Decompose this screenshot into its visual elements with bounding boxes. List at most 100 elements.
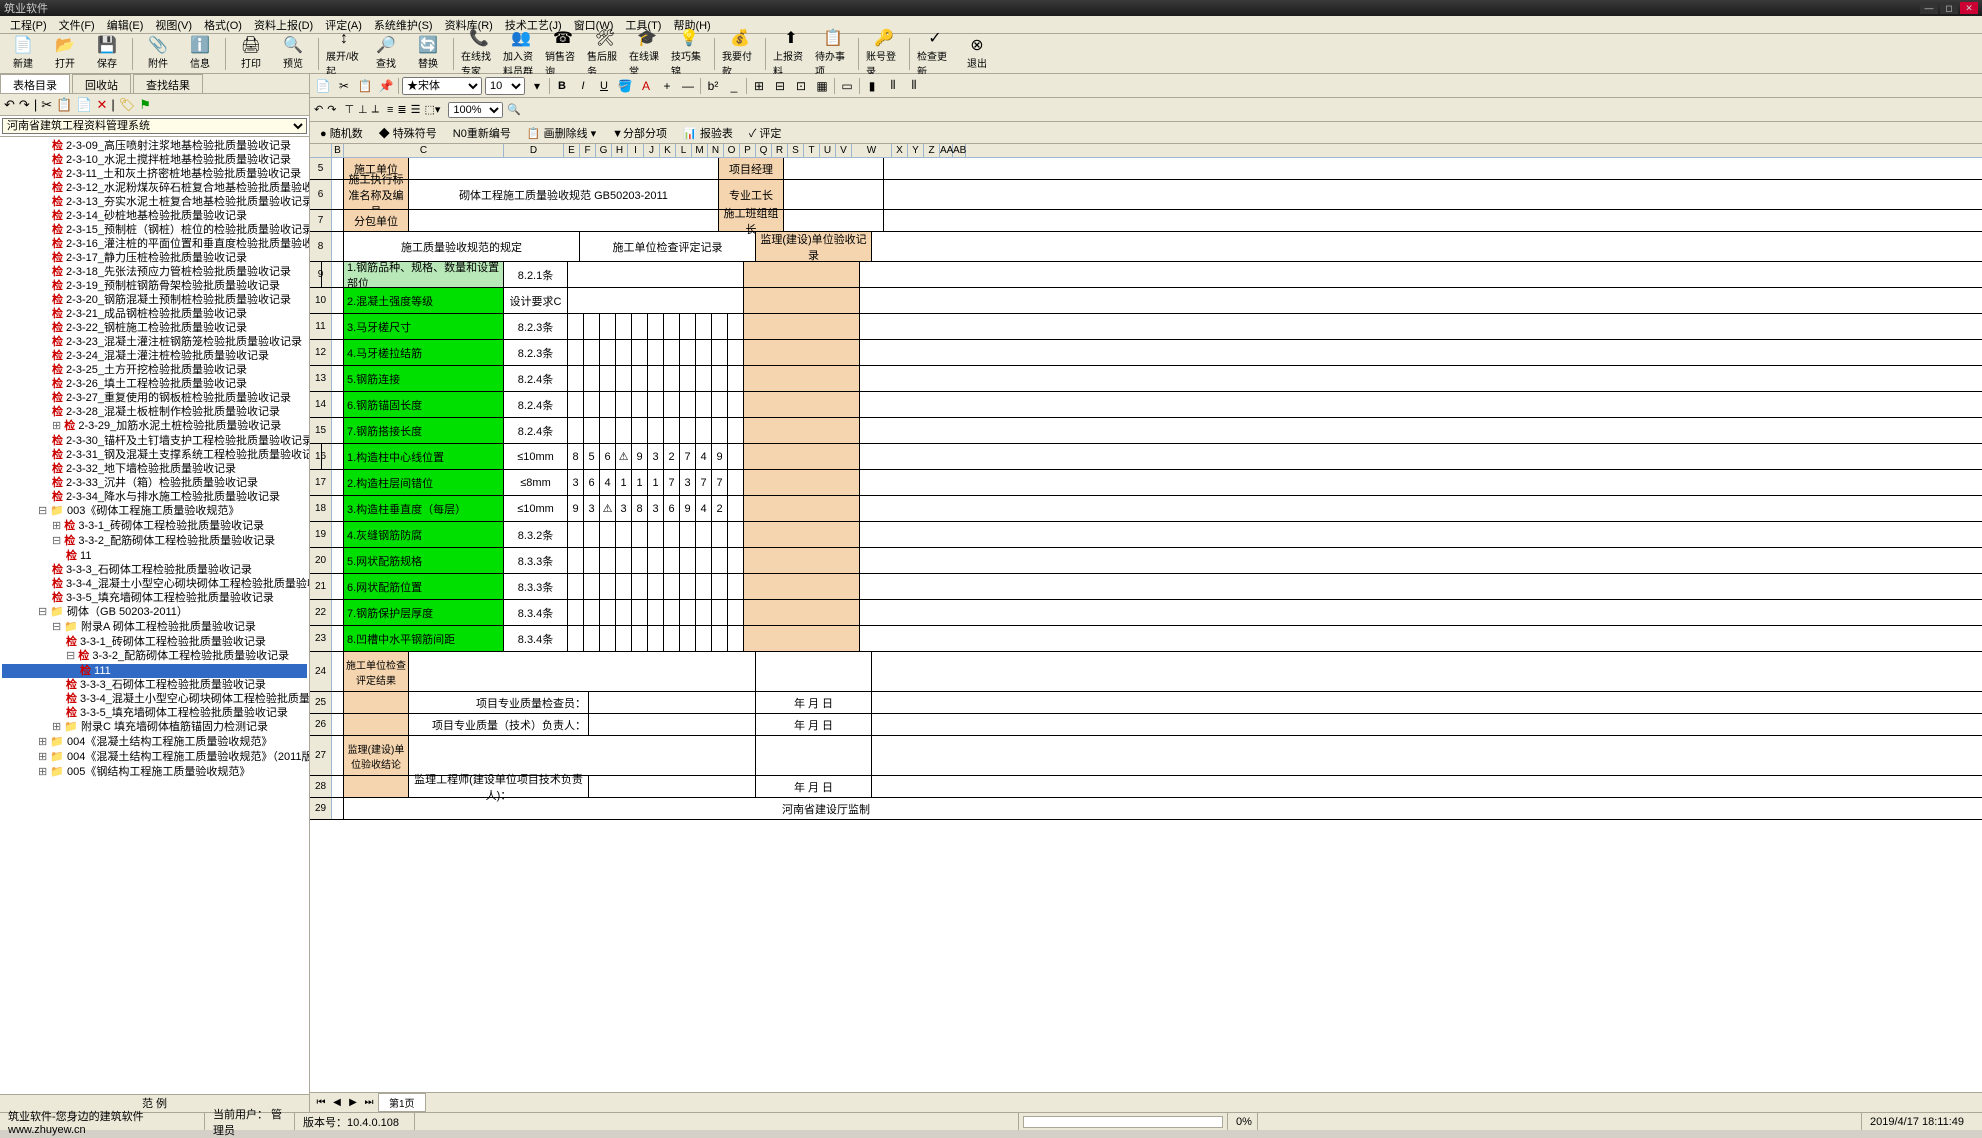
toolbar-技巧集锦[interactable]: 💡技巧集锦 bbox=[670, 36, 708, 72]
tree-item[interactable]: 检 3-3-4_混凝土小型空心砌块砌体工程检验批质量验收 bbox=[2, 692, 307, 706]
zoomfit-icon[interactable]: 🔍 bbox=[507, 103, 521, 116]
sup-icon[interactable]: b² bbox=[704, 77, 722, 95]
tree-item[interactable]: 检 3-3-5_填充墙砌体工程检验批质量验收记录 bbox=[2, 706, 307, 720]
tree-item[interactable]: 检 2-3-10_水泥土搅拌桩地基检验批质量验收记录 bbox=[2, 153, 307, 167]
merge-icon[interactable]: ▭ bbox=[838, 77, 856, 95]
border3-icon[interactable]: ⊡ bbox=[792, 77, 810, 95]
tree-item[interactable]: ⊟ 检 3-3-2_配筋砌体工程检验批质量验收记录 bbox=[2, 649, 307, 664]
menu-item[interactable]: 视图(V) bbox=[149, 17, 198, 33]
menu-item[interactable]: 编辑(E) bbox=[101, 17, 150, 33]
t1-icon[interactable]: ⊤ bbox=[344, 103, 354, 116]
tree-item[interactable]: 检 3-3-4_混凝土小型空心砌块砌体工程检验批质量验收记录 bbox=[2, 577, 307, 591]
border1-icon[interactable]: ⊞ bbox=[750, 77, 768, 95]
font-select[interactable]: ★宋体 bbox=[402, 77, 482, 95]
underline-icon[interactable]: U bbox=[595, 77, 613, 95]
copy-icon[interactable]: 📋 bbox=[356, 77, 374, 95]
tree-item[interactable]: 检 2-3-34_降水与排水施工检验批质量验收记录 bbox=[2, 490, 307, 504]
menu-item[interactable]: 系统维护(S) bbox=[368, 17, 439, 33]
minimize-btn[interactable]: — bbox=[1920, 2, 1938, 14]
tree-item[interactable]: 检 3-3-3_石砌体工程检验批质量验收记录 bbox=[2, 678, 307, 692]
action-btn[interactable]: N0重新编号 bbox=[447, 124, 517, 142]
tree-item[interactable]: 检 2-3-12_水泥粉煤灰碎石桩复合地基检验批质量验收记录 bbox=[2, 181, 307, 195]
tree-item[interactable]: 检 111 bbox=[2, 664, 307, 678]
toolbar-附件[interactable]: 📎附件 bbox=[139, 36, 177, 72]
action-btn[interactable]: ◆ 特殊符号 bbox=[373, 124, 443, 142]
left-tab[interactable]: 查找结果 bbox=[133, 74, 203, 93]
flag-icon[interactable]: ⚑ bbox=[139, 97, 151, 113]
border2-icon[interactable]: ⊟ bbox=[771, 77, 789, 95]
fwd-icon[interactable]: ↷ bbox=[19, 97, 30, 113]
action-btn[interactable]: 📋 画删除线 ▾ bbox=[521, 124, 602, 142]
action-btn[interactable]: 📊 报验表 bbox=[677, 124, 739, 142]
tree-item[interactable]: ⊞ 检 2-3-29_加筋水泥土桩检验批质量验收记录 bbox=[2, 419, 307, 434]
paste-icon[interactable]: 📌 bbox=[377, 77, 395, 95]
tree[interactable]: 检 2-3-09_高压喷射注浆地基检验批质量验收记录检 2-3-10_水泥土搅拌… bbox=[0, 137, 309, 1094]
toolbar-检查更新[interactable]: ✓检查更新 bbox=[916, 36, 954, 72]
tree-item[interactable]: ⊞ 📁 004《混凝土结构工程施工质量验收规范》（2011版） bbox=[2, 750, 307, 765]
tree-item[interactable]: 检 2-3-19_预制桩钢筋骨架检验批质量验收记录 bbox=[2, 279, 307, 293]
undo-icon[interactable]: ↶ bbox=[314, 103, 323, 116]
toolbar-加入资料员群[interactable]: 👥加入资料员群 bbox=[502, 36, 540, 72]
tree-item[interactable]: 检 2-3-13_夯实水泥土桩复合地基检验批质量验收记录 bbox=[2, 195, 307, 209]
tree-item[interactable]: ⊞ 📁 004《混凝土结构工程施工质量验收规范》 bbox=[2, 735, 307, 750]
menu-item[interactable]: 工程(P) bbox=[4, 17, 53, 33]
tree-item[interactable]: 检 11 bbox=[2, 549, 307, 563]
paste-icon[interactable]: 📄 bbox=[76, 97, 92, 113]
spreadsheet[interactable]: BCDEFGHIJKLMNOPQRSTUVWXYZAAAB 5施工单位项目经理6… bbox=[310, 144, 1982, 1092]
toolbar-信息[interactable]: ℹ️信息 bbox=[181, 36, 219, 72]
action-btn[interactable]: ✓ 评定 bbox=[743, 124, 788, 142]
tree-item[interactable]: ⊞ 📁 005《钢结构工程施工质量验收规范》 bbox=[2, 765, 307, 780]
tree-item[interactable]: ⊟ 📁 003《砌体工程施工质量验收规范》 bbox=[2, 504, 307, 519]
minus-icon[interactable]: — bbox=[679, 77, 697, 95]
dec-icon[interactable]: ▾ bbox=[528, 77, 546, 95]
tree-item[interactable]: 检 2-3-26_填土工程检验批质量验收记录 bbox=[2, 377, 307, 391]
tree-item[interactable]: 检 3-3-3_石砌体工程检验批质量验收记录 bbox=[2, 563, 307, 577]
toolbar-展开/收起[interactable]: ↕展开/收起 bbox=[325, 36, 363, 72]
toolbar-上报资料[interactable]: ⬆上报资料 bbox=[772, 36, 810, 72]
toolbar-新建[interactable]: 📄新建 bbox=[4, 36, 42, 72]
t3-icon[interactable]: ⟂ bbox=[372, 103, 379, 116]
tree-item[interactable]: 检 2-3-17_静力压桩检验批质量验收记录 bbox=[2, 251, 307, 265]
tree-item[interactable]: 检 2-3-09_高压喷射注浆地基检验批质量验收记录 bbox=[2, 139, 307, 153]
sheet-tab[interactable]: 第1页 bbox=[378, 1093, 426, 1112]
fill-icon[interactable]: 🪣 bbox=[616, 77, 634, 95]
toolbar-账号登录[interactable]: 🔑账号登录 bbox=[865, 36, 903, 72]
tree-item[interactable]: 检 2-3-30_锚杆及土钉墙支护工程检验批质量验收记录 bbox=[2, 434, 307, 448]
tag-icon[interactable]: 🏷 bbox=[119, 97, 136, 113]
tree-item[interactable]: 检 2-3-32_地下墙检验批质量验收记录 bbox=[2, 462, 307, 476]
sub-icon[interactable]: _ bbox=[725, 77, 743, 95]
menu-item[interactable]: 格式(O) bbox=[198, 17, 248, 33]
toolbar-保存[interactable]: 💾保存 bbox=[88, 36, 126, 72]
tree-item[interactable]: ⊞ 检 3-3-1_砖砌体工程检验批质量验收记录 bbox=[2, 519, 307, 534]
delete-icon[interactable]: ✕ bbox=[96, 97, 107, 113]
cut-icon[interactable]: ✂ bbox=[335, 77, 353, 95]
grid1-icon[interactable]: ▮ bbox=[863, 77, 881, 95]
prev-icon[interactable]: ◀ bbox=[330, 1097, 344, 1108]
ar-icon[interactable]: ☰ bbox=[411, 103, 421, 116]
color-icon[interactable]: A bbox=[637, 77, 655, 95]
filter-select[interactable]: 河南省建筑工程资料管理系统 bbox=[2, 118, 307, 134]
toolbar-待办事项[interactable]: 📋待办事项 bbox=[814, 36, 852, 72]
toolbar-预览[interactable]: 🔍预览 bbox=[274, 36, 312, 72]
tree-item[interactable]: 检 2-3-20_钢筋混凝土预制桩检验批质量验收记录 bbox=[2, 293, 307, 307]
action-btn[interactable]: ● 随机数 bbox=[314, 124, 369, 142]
tree-item[interactable]: 检 2-3-27_重复使用的钢板桩检验批质量验收记录 bbox=[2, 391, 307, 405]
tree-item[interactable]: 检 3-3-1_砖砌体工程检验批质量验收记录 bbox=[2, 635, 307, 649]
toolbar-在线课堂[interactable]: 🎓在线课堂 bbox=[628, 36, 666, 72]
size-select[interactable]: 10 bbox=[485, 77, 525, 95]
close-btn[interactable]: ✕ bbox=[1960, 2, 1978, 14]
grid3-icon[interactable]: ⦀ bbox=[905, 77, 923, 95]
tree-item[interactable]: 检 2-3-22_钢桩施工检验批质量验收记录 bbox=[2, 321, 307, 335]
zoom-select[interactable]: 100% bbox=[448, 102, 503, 118]
tree-item[interactable]: ⊟ 📁 附录A 砌体工程检验批质量验收记录 bbox=[2, 620, 307, 635]
ac-icon[interactable]: ≣ bbox=[397, 103, 406, 116]
aj-icon[interactable]: ⬚▾ bbox=[424, 103, 440, 116]
tree-item[interactable]: 检 2-3-33_沉井（箱）检验批质量验收记录 bbox=[2, 476, 307, 490]
redo-icon[interactable]: ↷ bbox=[327, 103, 336, 116]
first-icon[interactable]: ⏮ bbox=[314, 1097, 328, 1108]
al-icon[interactable]: ≡ bbox=[387, 104, 393, 116]
toolbar-销售咨询[interactable]: ☎销售咨询 bbox=[544, 36, 582, 72]
tree-item[interactable]: 检 2-3-14_砂桩地基检验批质量验收记录 bbox=[2, 209, 307, 223]
tree-item[interactable]: ⊟ 📁 砌体（GB 50203-2011） bbox=[2, 605, 307, 620]
toolbar-打开[interactable]: 📂打开 bbox=[46, 36, 84, 72]
